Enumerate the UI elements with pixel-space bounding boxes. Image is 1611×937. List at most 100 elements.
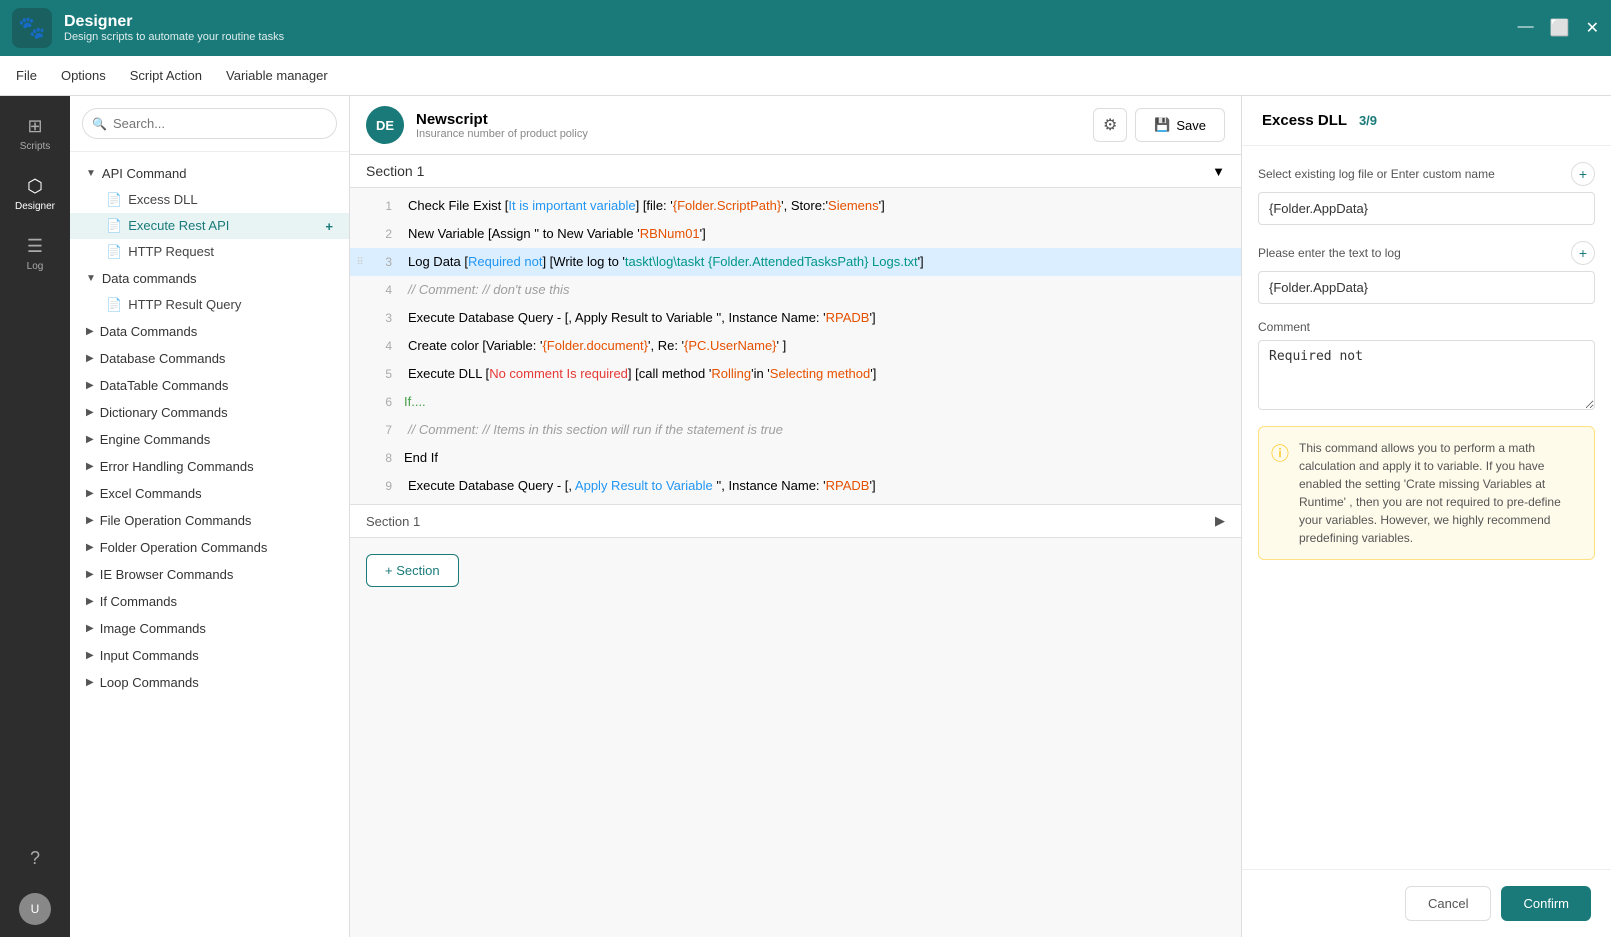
line-content: // Comment: // Items in this section wil… — [400, 420, 1241, 440]
section-footer[interactable]: Section 1 ▶ — [350, 504, 1241, 538]
add-command-button[interactable]: + — [325, 219, 333, 234]
file-icon-http: 📄 — [106, 244, 122, 259]
app-name: Designer — [64, 13, 1518, 31]
table-row[interactable]: 7// Comment: // Items in this section wi… — [350, 416, 1241, 444]
group-data-commands2[interactable]: ▶ Data Commands — [70, 318, 349, 345]
table-row[interactable]: 9Execute Database Query - [, Apply Resul… — [350, 472, 1241, 500]
group-dictionary-commands[interactable]: ▶ Dictionary Commands — [70, 399, 349, 426]
group-label-db: Database Commands — [100, 351, 226, 366]
line-content: New Variable [Assign '' to New Variable … — [400, 224, 1241, 244]
cmd-http-request[interactable]: 📄HTTP Request — [70, 239, 349, 265]
line-content: Create color [Variable: '{Folder.documen… — [400, 336, 1241, 356]
menu-variable-manager[interactable]: Variable manager — [226, 68, 328, 83]
sidebar-item-log[interactable]: ☰ Log — [5, 228, 65, 280]
info-icon: ⓘ — [1271, 441, 1289, 547]
file-icon-query: 📄 — [106, 297, 122, 312]
group-image-commands[interactable]: ▶ Image Commands — [70, 615, 349, 642]
line-content: Execute Database Query - [, Apply Result… — [400, 308, 1241, 328]
script-header: DE Newscript Insurance number of product… — [350, 96, 1241, 155]
field-comment: Comment — [1258, 320, 1595, 410]
group-if-commands[interactable]: ▶ If Commands — [70, 588, 349, 615]
group-api-command[interactable]: ▼ API Command — [70, 160, 349, 187]
group-label-ie: IE Browser Commands — [100, 567, 234, 582]
minimize-button[interactable]: — — [1518, 18, 1534, 38]
line-number: 1 — [370, 199, 400, 213]
field-log-text-label: Please enter the text to log + — [1258, 241, 1595, 265]
add-section-button[interactable]: + Section — [366, 554, 459, 587]
info-box: ⓘ This command allows you to perform a m… — [1258, 426, 1595, 560]
group-excel-commands[interactable]: ▶ Excel Commands — [70, 480, 349, 507]
table-row[interactable]: 3Execute Database Query - [, Apply Resul… — [350, 304, 1241, 332]
save-button[interactable]: 💾 Save — [1135, 108, 1225, 142]
drag-handle: ⠿ — [350, 257, 370, 268]
table-row[interactable]: 4Create color [Variable: '{Folder.docume… — [350, 332, 1241, 360]
app-subtitle: Design scripts to automate your routine … — [64, 31, 1518, 43]
user-avatar[interactable]: U — [19, 893, 51, 925]
sidebar-item-scripts[interactable]: ⊞ Scripts — [5, 108, 65, 160]
main-layout: ⊞ Scripts ⬡ Designer ☰ Log ? U 🔍 — [0, 96, 1611, 937]
comment-textarea[interactable] — [1258, 340, 1595, 410]
section-collapse-icon[interactable]: ▼ — [1212, 164, 1225, 179]
sidebar-item-designer[interactable]: ⬡ Designer — [5, 168, 65, 220]
group-ie-commands[interactable]: ▶ IE Browser Commands — [70, 561, 349, 588]
close-button[interactable]: ✕ — [1586, 18, 1599, 38]
section-name-input[interactable] — [366, 163, 547, 179]
group-input-commands[interactable]: ▶ Input Commands — [70, 642, 349, 669]
section-header[interactable]: ▼ — [350, 155, 1241, 188]
cmd-excess-dll[interactable]: 📄Excess DLL — [70, 187, 349, 213]
group-datatable-commands[interactable]: ▶ DataTable Commands — [70, 372, 349, 399]
help-button[interactable]: ? — [5, 840, 65, 877]
script-name: Newscript — [416, 111, 1081, 128]
line-number: 3 — [370, 311, 400, 325]
confirm-button[interactable]: Confirm — [1501, 886, 1591, 921]
maximize-button[interactable]: ⬜ — [1550, 18, 1570, 38]
group-loop-commands[interactable]: ▶ Loop Commands — [70, 669, 349, 696]
menu-script-action[interactable]: Script Action — [130, 68, 202, 83]
file-icon-excess: 📄 — [106, 192, 122, 207]
log-text-input[interactable] — [1258, 271, 1595, 304]
group-folder-commands[interactable]: ▶ Folder Operation Commands — [70, 534, 349, 561]
icon-sidebar: ⊞ Scripts ⬡ Designer ☰ Log ? U — [0, 96, 70, 937]
table-row[interactable]: 4// Comment: // don't use this — [350, 276, 1241, 304]
log-icon: ☰ — [27, 236, 43, 257]
settings-button[interactable]: ⚙ — [1093, 108, 1127, 142]
log-file-input[interactable] — [1258, 192, 1595, 225]
group-label-error: Error Handling Commands — [100, 459, 254, 474]
search-input[interactable] — [82, 108, 337, 139]
group-error-commands[interactable]: ▶ Error Handling Commands — [70, 453, 349, 480]
title-bar-text: Designer Design scripts to automate your… — [64, 13, 1518, 43]
table-row[interactable]: 5Execute DLL [No comment Is required] [c… — [350, 360, 1241, 388]
menu-file[interactable]: File — [16, 68, 37, 83]
group-label-input: Input Commands — [100, 648, 199, 663]
panel-badge: 3/9 — [1359, 113, 1377, 128]
group-label-api: API Command — [102, 166, 187, 181]
table-row[interactable]: ⠿3Log Data [Required not] [Write log to … — [350, 248, 1241, 276]
right-panel-footer: Cancel Confirm — [1242, 869, 1611, 937]
chevron-data2: ▶ — [86, 326, 94, 337]
cmd-execute-rest-api[interactable]: 📄Execute Rest API + — [70, 213, 349, 239]
table-row[interactable]: 1Check File Exist [It is important varia… — [350, 192, 1241, 220]
group-data-commands[interactable]: ▼ Data commands — [70, 265, 349, 292]
field-log-file-label: Select existing log file or Enter custom… — [1258, 162, 1595, 186]
right-panel-body: Select existing log file or Enter custom… — [1242, 146, 1611, 869]
right-panel-header: Excess DLL 3/9 — [1242, 96, 1611, 146]
group-engine-commands[interactable]: ▶ Engine Commands — [70, 426, 349, 453]
table-row[interactable]: 2New Variable [Assign '' to New Variable… — [350, 220, 1241, 248]
chevron-error: ▶ — [86, 461, 94, 472]
cancel-button[interactable]: Cancel — [1405, 886, 1491, 921]
table-row[interactable]: 6If.... — [350, 388, 1241, 416]
app-logo: 🐾 — [12, 8, 52, 48]
save-icon: 💾 — [1154, 117, 1170, 133]
add-log-file-button[interactable]: + — [1571, 162, 1595, 186]
line-number: 2 — [370, 227, 400, 241]
chevron-dict: ▶ — [86, 407, 94, 418]
add-log-text-button[interactable]: + — [1571, 241, 1595, 265]
table-row[interactable]: 8End If — [350, 444, 1241, 472]
line-number: 7 — [370, 423, 400, 437]
menu-bar: File Options Script Action Variable mana… — [0, 56, 1611, 96]
group-database-commands[interactable]: ▶ Database Commands — [70, 345, 349, 372]
group-file-commands[interactable]: ▶ File Operation Commands — [70, 507, 349, 534]
cmd-http-result-query[interactable]: 📄HTTP Result Query — [70, 292, 349, 318]
line-content: // Comment: // don't use this — [400, 280, 1241, 300]
menu-options[interactable]: Options — [61, 68, 106, 83]
